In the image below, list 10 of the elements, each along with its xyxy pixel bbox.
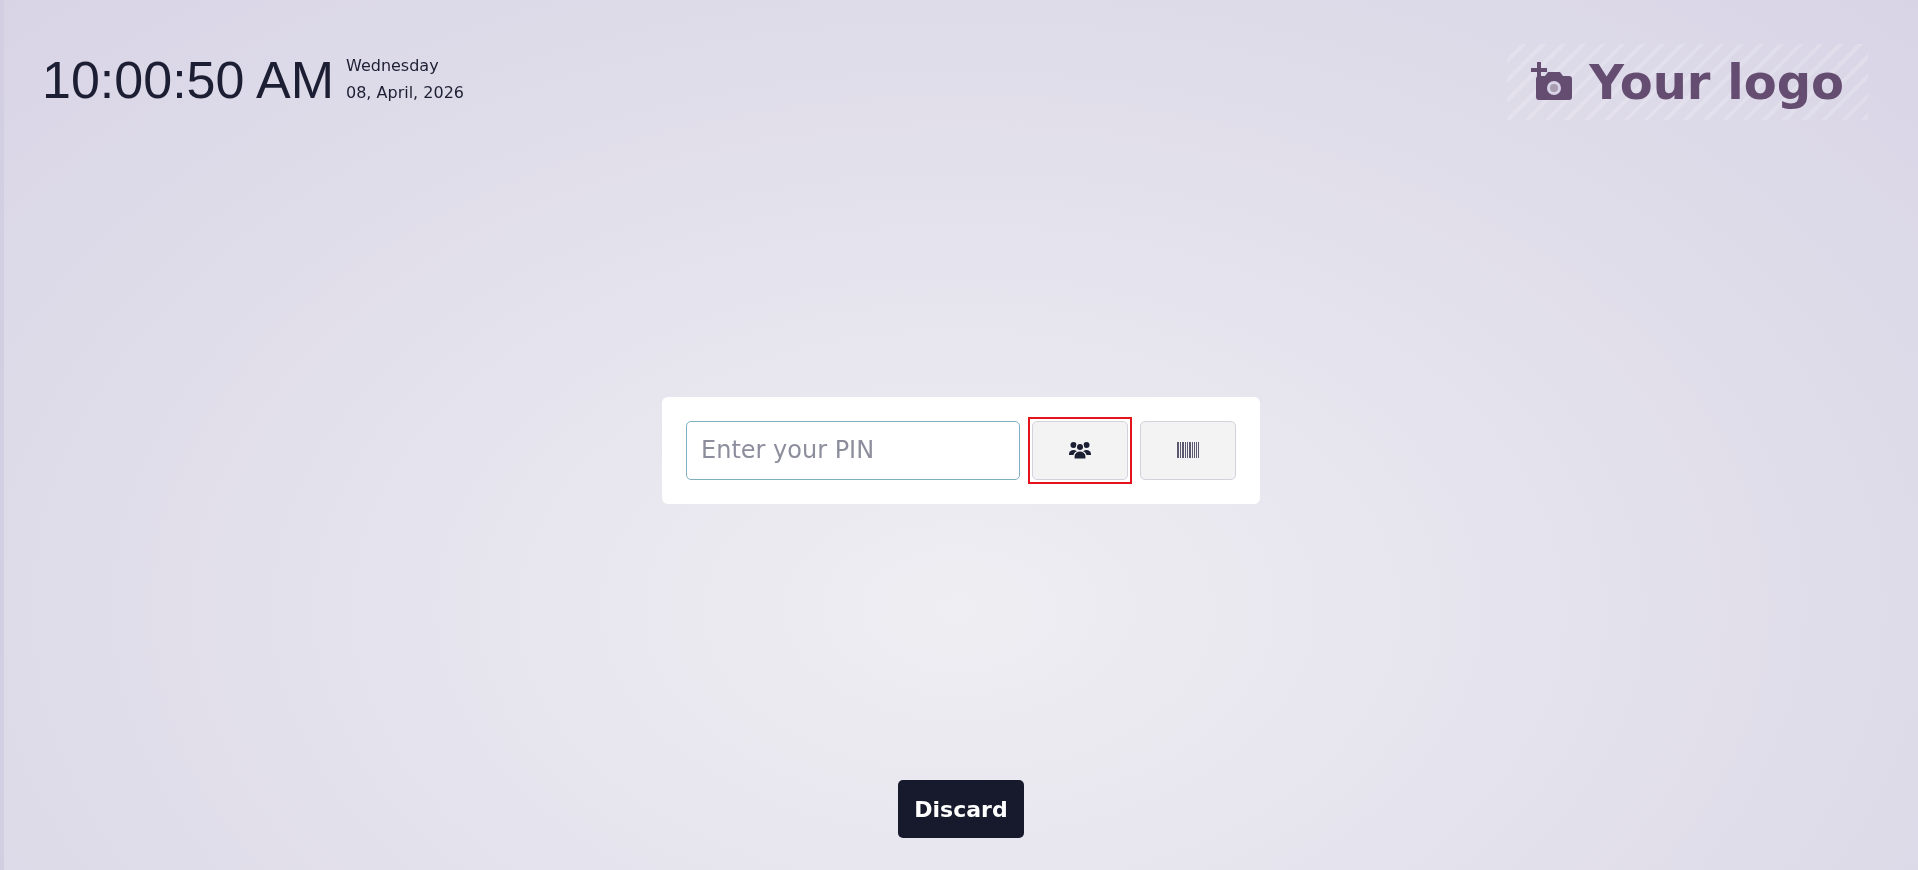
discard-button[interactable]: Discard — [898, 780, 1024, 838]
clock-time: 10:00:50 AM — [42, 50, 334, 110]
weekday: Wednesday — [346, 55, 440, 77]
logo-placeholder[interactable]: Your logo — [1507, 44, 1868, 120]
pin-field[interactable]: Enter your PIN — [686, 420, 1020, 480]
barcode-icon — [1177, 442, 1199, 458]
people-icon — [1069, 441, 1091, 459]
date: 08, April, 2026 — [346, 82, 464, 104]
scan-badge-button[interactable] — [1140, 420, 1236, 480]
add-photo-icon — [1531, 62, 1574, 102]
